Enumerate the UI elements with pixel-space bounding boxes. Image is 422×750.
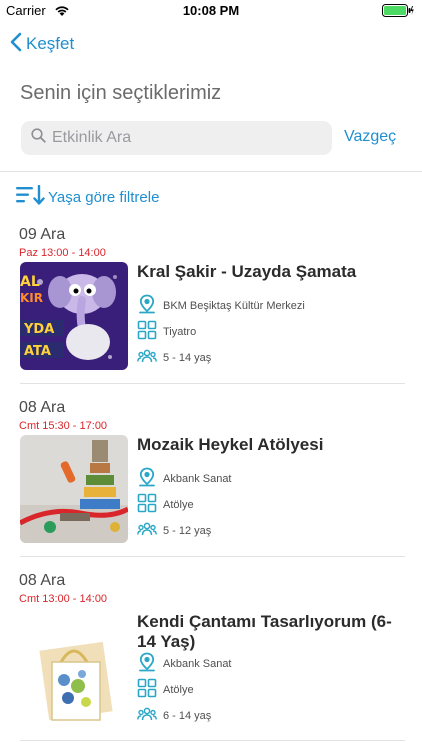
event-title: Kral Şakir - Uzayda Şamata xyxy=(137,262,357,281)
event-card[interactable]: Mozaik Heykel Atölyesi Akbank Sanat Atöl… xyxy=(0,435,422,547)
event-category: Atölye xyxy=(163,684,194,696)
event-venue-row: BKM Beşiktaş Kültür Merkezi xyxy=(137,294,305,319)
event-time: Cmt 15:30 - 17:00 xyxy=(19,420,108,432)
event-venue-row: Akbank Sanat xyxy=(137,467,232,492)
category-grid-icon xyxy=(137,678,157,703)
event-title: Kendi Çantamı Tasarlıyorum (6-14 Yaş) xyxy=(137,612,392,651)
sort-filter-icon xyxy=(16,184,46,210)
page-title: Senin için seçtiklerimiz xyxy=(20,82,222,104)
location-pin-icon xyxy=(137,467,157,492)
people-group-icon xyxy=(137,704,157,729)
category-grid-icon xyxy=(137,493,157,518)
event-age: 5 - 12 yaş xyxy=(163,525,212,537)
event-card[interactable]: Kendi Çantamı Tasarlıyorum (6-14 Yaş) Ak… xyxy=(0,610,422,750)
search-box[interactable] xyxy=(21,121,332,155)
clock-label: 10:08 PM xyxy=(182,3,240,18)
event-thumbnail xyxy=(20,624,128,732)
event-category: Atölye xyxy=(163,499,194,511)
cancel-button[interactable]: Vazgeç xyxy=(344,128,396,146)
event-age-row: 5 - 12 yaş xyxy=(137,520,211,542)
event-date: 08 Ara xyxy=(19,572,66,589)
svg-text:ATA: ATA xyxy=(24,344,51,359)
event-title: Mozaik Heykel Atölyesi xyxy=(137,435,324,454)
event-venue: Akbank Sanat xyxy=(163,658,232,670)
event-card[interactable]: YDA ATA AL KIR Kral Şakir - Uzayda Şamat… xyxy=(0,262,422,374)
event-age-row: 5 - 14 yaş xyxy=(137,347,211,369)
event-venue: BKM Beşiktaş Kültür Merkezi xyxy=(163,300,305,312)
divider xyxy=(20,556,405,557)
svg-text:YDA: YDA xyxy=(23,322,54,337)
battery-icon xyxy=(382,4,414,22)
search-icon xyxy=(31,128,46,148)
event-age: 6 - 14 yaş xyxy=(163,710,212,722)
event-age-row: 6 - 14 yaş xyxy=(137,705,211,727)
event-age: 5 - 14 yaş xyxy=(163,352,212,364)
event-thumbnail xyxy=(20,435,128,543)
status-bar: Carrier 10:08 PM xyxy=(0,0,422,22)
svg-text:KIR: KIR xyxy=(20,291,43,305)
svg-text:AL: AL xyxy=(20,274,40,290)
event-category-row: Atölye xyxy=(137,493,194,518)
event-venue: Akbank Sanat xyxy=(163,473,232,485)
back-button[interactable]: Keşfet xyxy=(10,30,74,58)
event-time: Paz 13:00 - 14:00 xyxy=(19,247,106,259)
divider xyxy=(20,740,405,741)
people-group-icon xyxy=(137,346,157,371)
people-group-icon xyxy=(137,519,157,544)
age-filter-label: Yaşa göre filtrele xyxy=(48,188,160,206)
chevron-left-icon xyxy=(10,32,22,57)
event-time: Cmt 13:00 - 14:00 xyxy=(19,593,108,605)
event-date: 09 Ara xyxy=(19,226,66,243)
navigation-bar: Keşfet xyxy=(0,28,422,60)
divider xyxy=(20,383,405,384)
event-category-row: Atölye xyxy=(137,678,194,703)
search-input[interactable] xyxy=(52,129,312,147)
event-thumbnail: YDA ATA AL KIR xyxy=(20,262,128,370)
age-filter-button[interactable]: Yaşa göre filtrele xyxy=(16,184,160,210)
event-category-row: Tiyatro xyxy=(137,320,197,345)
location-pin-icon xyxy=(137,652,157,677)
event-category: Tiyatro xyxy=(163,326,197,338)
back-button-label: Keşfet xyxy=(26,34,75,53)
location-pin-icon xyxy=(137,294,157,319)
divider xyxy=(0,171,422,172)
category-grid-icon xyxy=(137,320,157,345)
event-date: 08 Ara xyxy=(19,399,66,416)
event-venue-row: Akbank Sanat xyxy=(137,652,232,677)
